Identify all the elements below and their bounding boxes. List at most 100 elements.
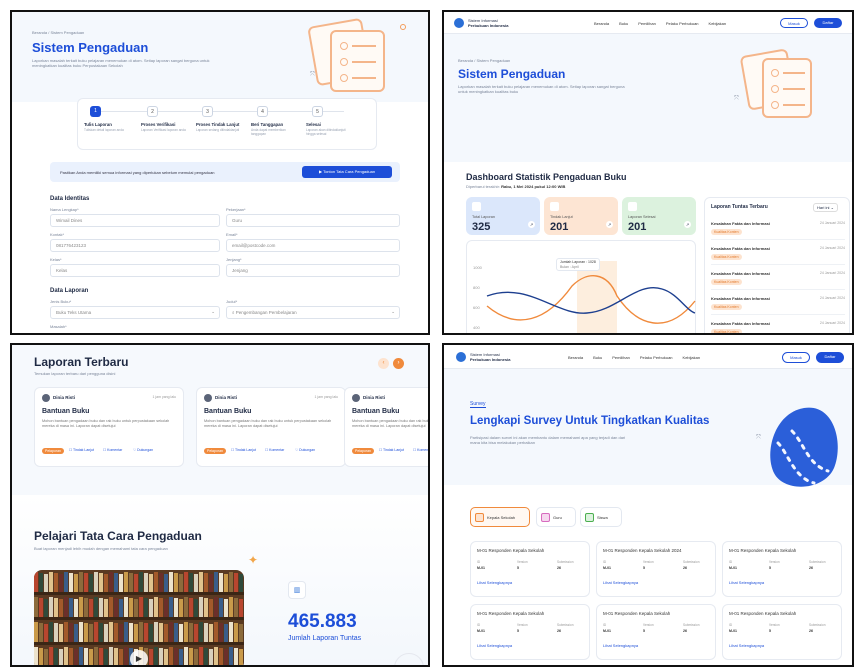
nav-item[interactable]: Beranda	[594, 21, 609, 26]
support-action[interactable]: ♡ Dukungan	[295, 448, 315, 452]
follow-up-action[interactable]: ☐ Tindak Lanjut	[379, 448, 404, 452]
main-nav: Beranda Buku Pemilihan Pelaku Perbukuan Kebi…	[568, 355, 710, 360]
document-illustration-front	[330, 30, 385, 92]
survey-col-header: Submission	[683, 560, 700, 564]
nav-item[interactable]: Pemilihan	[638, 21, 656, 26]
comment-action[interactable]: ☐ Komentar	[265, 448, 284, 452]
tab-siswa[interactable]: Siswa	[580, 507, 622, 527]
watch-tutorial-button[interactable]: ▶ Tonton Tata Cara Pengaduan	[302, 166, 392, 178]
survey-col-header: Version	[643, 560, 654, 564]
resolved-item[interactable]: Kesalahan Fakta dan Informasi 24 Januari …	[711, 318, 845, 333]
expand-icon[interactable]: ⤧	[734, 96, 739, 103]
nav-item[interactable]: Kebijakan	[683, 355, 701, 360]
field-input[interactable]: 081776423123	[50, 239, 220, 252]
nav-item[interactable]: Pelaku Perbukuan	[666, 21, 699, 26]
resolved-item-date: 24 Januari 2024	[819, 321, 845, 325]
field-input[interactable]: Kelas	[50, 264, 220, 277]
resolved-item-title: Kesalahan Fakta dan Informasi	[711, 221, 770, 226]
register-button[interactable]: Daftar	[814, 18, 842, 28]
page-description: Laporkan masalah terkait buku pelajaran …	[458, 84, 625, 94]
report-title: Bantuan Buku	[42, 408, 90, 415]
field-input[interactable]: email@postcode.com	[226, 239, 400, 252]
survey-eyebrow: Survey	[470, 401, 486, 408]
resolved-item[interactable]: Kesalahan Fakta dan Informasi 24 Januari …	[711, 268, 845, 290]
report-card[interactable]: Dinia Risti1 jam yang laluBantuan BukuMo…	[196, 387, 346, 467]
survey-card[interactable]: M-01 Responden Kepala Sekolah ID Version Su…	[470, 604, 590, 660]
see-more-link[interactable]: Lihat Selengkapnya	[603, 580, 638, 585]
survey-title: M-01 Responden Kepala Sekolah	[477, 548, 545, 553]
field-input[interactable]: Jenjang	[226, 264, 400, 277]
arrow-icon[interactable]: ↗	[528, 221, 535, 228]
breadcrumb[interactable]: Beranda / Sistem Pengaduan	[458, 58, 510, 63]
tab-guru[interactable]: Guru	[536, 507, 576, 527]
see-more-link[interactable]: Lihat Selengkapnya	[477, 643, 512, 648]
login-button[interactable]: Masuk	[780, 18, 808, 28]
expand-icon[interactable]: ⤧	[756, 435, 761, 442]
report-user: Dinia Risti	[215, 395, 238, 400]
survey-col-value: M-01	[603, 629, 611, 633]
report-card[interactable]: Dinia Risti1 jam yang laluBantuan BukuMo…	[344, 387, 428, 467]
survey-col-value: M-01	[729, 629, 737, 633]
survey-card[interactable]: M-01 Responden Kepala Sekolah ID Version Su…	[722, 604, 842, 660]
see-more-link[interactable]: Lihat Selengkapnya	[477, 580, 512, 585]
breadcrumb[interactable]: Beranda / Sistem Pengaduan	[32, 30, 84, 35]
arrow-icon[interactable]: ↗	[684, 221, 691, 228]
field-label: Pekerjaan*	[226, 207, 246, 212]
resolved-item[interactable]: Kesalahan Fakta dan Informasi 24 Januari …	[711, 218, 845, 240]
play-video-icon[interactable]: ▶	[130, 650, 148, 665]
nav-item[interactable]: Pelaku Perbukuan	[640, 355, 673, 360]
survey-card[interactable]: M-01 Responden Kepala Sekolah ID Version Su…	[596, 604, 716, 660]
login-button[interactable]: Masuk	[782, 352, 810, 363]
comment-action[interactable]: ☐ Komentar	[103, 448, 122, 452]
page-title: Sistem Pengaduan	[32, 40, 149, 55]
nav-item[interactable]: Buku	[593, 355, 602, 360]
latest-resolved-card: Laporan Tuntas Terbaru Hari ini ⌄ Kesala…	[704, 197, 850, 333]
notice-bar: Pastikan Anda memiliki semua informasi y…	[50, 162, 400, 182]
support-action[interactable]: ♡ Dukungan	[133, 448, 153, 452]
tab-kepala-sekolah[interactable]: Kepala Sekolah	[470, 507, 530, 527]
field-input[interactable]: Guru	[226, 214, 400, 227]
stat-icon	[550, 202, 559, 211]
arrow-icon[interactable]: ↗	[606, 221, 613, 228]
nav-item[interactable]: Pemilihan	[612, 355, 630, 360]
stat-label: Total Laporan	[472, 215, 496, 219]
see-more-link[interactable]: Lihat Selengkapnya	[729, 643, 764, 648]
next-arrow-icon[interactable]: ›	[393, 358, 404, 369]
resolved-item[interactable]: Kesalahan Fakta dan Informasi 24 Januari …	[711, 243, 845, 265]
field-input[interactable]: Wimail Dines	[50, 214, 220, 227]
step-2-sub: Laporan Verifikasi laporan anda	[141, 128, 186, 132]
survey-title: M-01 Responden Kepala Sekolah	[729, 611, 797, 616]
nav-item[interactable]: Kebijakan	[709, 21, 727, 26]
library-video-thumbnail[interactable]: ▶	[34, 570, 244, 665]
resolved-item[interactable]: Kesalahan Fakta dan Informasi 24 Januari …	[711, 293, 845, 315]
survey-card[interactable]: M-01 Responden Kepala Sekolah ID Version Su…	[722, 541, 842, 597]
report-card[interactable]: Dinia Risti1 jam yang laluBantuan BukuMo…	[34, 387, 184, 467]
nav-item[interactable]: Beranda	[568, 355, 583, 360]
judul-select[interactable]: ⌕ Pengembangan Pembelajaran ⌄	[226, 306, 400, 319]
see-more-link[interactable]: Lihat Selengkapnya	[729, 580, 764, 585]
prev-arrow-icon[interactable]: ‹	[378, 358, 389, 369]
filter-dropdown[interactable]: Hari ini ⌄	[813, 203, 838, 212]
survey-card[interactable]: M-01 Responden Kepala Sekolah 2024 ID Vers…	[596, 541, 716, 597]
survey-col-value: 5	[643, 629, 645, 633]
step-2-badge: 2	[147, 106, 158, 117]
follow-up-action[interactable]: ☐ Tindak Lanjut	[69, 448, 94, 452]
stat-value: 201	[628, 221, 647, 233]
report-tag: Pelaporan	[42, 448, 64, 454]
register-button[interactable]: Daftar	[816, 352, 844, 363]
expand-icon[interactable]: ⤧	[310, 72, 315, 79]
follow-up-action[interactable]: ☐ Tindak Lanjut	[231, 448, 256, 452]
page-description: Partisipasi dalam survei ini akan memban…	[470, 435, 626, 445]
comment-action[interactable]: ☐ Komentar	[413, 448, 428, 452]
nav-item[interactable]: Buku	[619, 21, 628, 26]
survey-col-header: Submission	[809, 623, 826, 627]
chart-tooltip: Jumlah Laporan : 1028 Bulan : April	[556, 258, 600, 271]
jenis-buku-select[interactable]: Buku Teks Utama ⌄	[50, 306, 220, 319]
see-more-link[interactable]: Lihat Selengkapnya	[603, 643, 638, 648]
survey-col-header: ID	[603, 623, 607, 627]
survey-card[interactable]: M-01 Responden Kepala Sekolah ID Version Su…	[470, 541, 590, 597]
survey-col-header: Version	[769, 560, 780, 564]
avatar	[352, 394, 360, 402]
chart-icon: ▥	[288, 581, 306, 599]
survey-col-header: Submission	[557, 623, 574, 627]
